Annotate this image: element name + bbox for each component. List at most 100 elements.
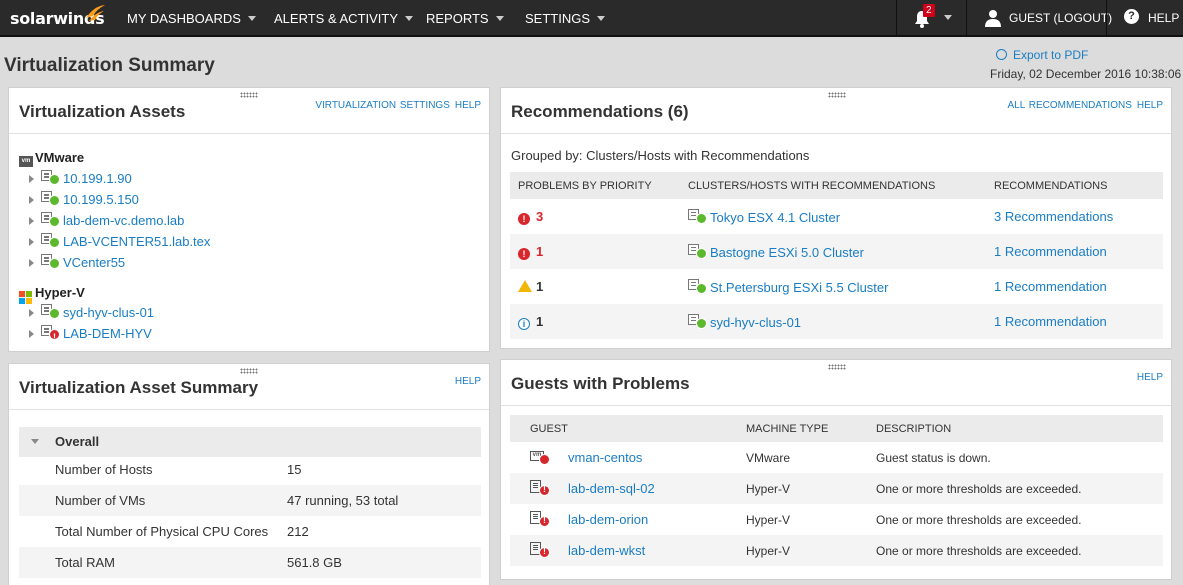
export-icon [996,49,1007,60]
nav-settings-label: SETTINGS [525,11,591,26]
guest-link[interactable]: lab-dem-wkst [568,543,645,558]
recommendations-panel: Recommendations (6) ALL RECOMMENDATIONS H… [500,87,1172,349]
cluster-cell: St.Petersburg ESXi 5.5 Cluster [680,269,986,304]
help-link[interactable]: HELP [1137,372,1163,383]
recommendations-link[interactable]: 3 Recommendations [994,209,1113,224]
recommendations-link[interactable]: 1 Recommendation [994,314,1107,329]
tree-item-link[interactable]: VCenter55 [63,255,125,270]
machine-type-cell: Hyper-V [746,512,791,527]
panel-links: VIRTUALIZATION SETTINGS HELP [310,100,481,111]
collapse-arrow-icon[interactable] [31,439,39,444]
tree-item-link[interactable]: lab-dem-vc.demo.lab [63,213,184,228]
description-cell: One or more thresholds are exceeded. [856,535,1163,566]
priority-cell: ! 1 [510,234,680,269]
tree-item[interactable]: LAB-VCENTER51.lab.tex [29,233,210,251]
host-down-icon [41,325,61,346]
help-link[interactable]: HELP [455,376,481,387]
table-header-row: PROBLEMS BY PRIORITY CLUSTERS/HOSTS WITH… [510,172,1163,199]
virtualization-settings-link[interactable]: VIRTUALIZATION SETTINGS [315,100,450,111]
priority-count: 1 [536,313,544,329]
tree-group-hyperv: Hyper-V [19,285,85,304]
priority-count: 1 [536,243,544,259]
tree-item[interactable]: 10.199.1.90 [29,170,132,188]
guest-link[interactable]: vman-centos [568,450,642,465]
help-link[interactable]: HELP [455,100,481,111]
nav-my-dashboards-label: MY DASHBOARDS [127,11,241,26]
nav-settings[interactable]: SETTINGS [525,11,606,26]
recommendations-table: PROBLEMS BY PRIORITY CLUSTERS/HOSTS WITH… [510,172,1163,339]
cluster-link[interactable]: Bastogne ESXi 5.0 Cluster [710,245,864,260]
drag-handle-icon[interactable] [240,92,258,98]
cluster-cell: Bastogne ESXi 5.0 Cluster [680,234,986,269]
recommendations-cell: 1 Recommendation [986,234,1163,269]
expand-arrow-icon[interactable] [29,259,34,267]
notification-count-badge: 2 [923,4,935,17]
column-header[interactable]: PROBLEMS BY PRIORITY [510,172,680,199]
guest-cell: lab-dem-orion [510,504,726,535]
tree-item[interactable]: syd-hyv-clus-01 [29,304,154,322]
cluster-link[interactable]: Tokyo ESX 4.1 Cluster [710,210,840,225]
nav-my-dashboards[interactable]: MY DASHBOARDS [127,11,256,26]
host-up-icon [41,233,61,249]
tree-item[interactable]: 10.199.5.150 [29,191,139,209]
tree-item[interactable]: LAB-DEM-HYV [29,325,152,346]
recommendations-link[interactable]: 1 Recommendation [994,244,1107,259]
recommendations-link[interactable]: 1 Recommendation [994,279,1107,294]
expand-arrow-icon[interactable] [29,217,34,225]
tree-item-link[interactable]: LAB-DEM-HYV [63,326,152,341]
guest-link[interactable]: lab-dem-sql-02 [568,481,655,496]
nav-reports[interactable]: REPORTS [426,11,504,26]
windows-icon [19,291,32,304]
drag-handle-icon[interactable] [828,364,846,370]
nav-alerts-activity-label: ALERTS & ACTIVITY [274,11,399,26]
description-cell: One or more thresholds are exceeded. [876,512,1082,527]
virtualization-assets-panel: Virtualization Assets VIRTUALIZATION SET… [8,87,490,352]
tree-item[interactable]: VCenter55 [29,254,125,272]
guest-logout-link[interactable]: GUEST (LOGOUT) [1009,11,1112,25]
expand-arrow-icon[interactable] [29,196,34,204]
help-icon[interactable]: ? [1124,9,1139,24]
column-header[interactable]: RECOMMENDATIONS [986,172,1163,199]
table-row: ! 3 Tokyo ESX 4.1 Cluster 3 Recommendatio… [510,199,1163,234]
expand-arrow-icon[interactable] [29,309,34,317]
expand-arrow-icon[interactable] [29,330,34,338]
drag-handle-icon[interactable] [828,92,846,98]
nav-reports-label: REPORTS [426,11,489,26]
guest-link[interactable]: lab-dem-orion [568,512,648,527]
summary-group-overall[interactable]: Overall [19,427,481,457]
expand-arrow-icon[interactable] [29,238,34,246]
host-up-icon [41,212,61,228]
summary-label: Total RAM [55,555,115,570]
help-link[interactable]: HELP [1137,100,1163,111]
tree-item-link[interactable]: 10.199.5.150 [63,192,139,207]
recommendations-cell: 3 Recommendations [986,199,1163,234]
cluster-link[interactable]: syd-hyv-clus-01 [710,315,801,330]
nav-alerts-activity[interactable]: ALERTS & ACTIVITY [274,11,414,26]
guests-table: GUEST MACHINE TYPE DESCRIPTION vm vman-ce… [510,415,1163,566]
help-link[interactable]: HELP [1148,11,1179,25]
guests-with-problems-panel: Guests with Problems HELP GUEST MACHINE … [500,359,1172,580]
drag-handle-icon[interactable] [240,368,258,374]
tree-item-link[interactable]: 10.199.1.90 [63,171,132,186]
expand-arrow-icon[interactable] [29,175,34,183]
machine-type-cell: Hyper-V [726,473,856,504]
cluster-up-icon [688,208,708,225]
guest-cell: vm vman-centos [510,442,726,473]
table-row: lab-dem-orion Hyper-V One or more thresh… [510,504,1163,535]
tree-item-link[interactable]: LAB-VCENTER51.lab.tex [63,234,210,249]
cluster-link[interactable]: St.Petersburg ESXi 5.5 Cluster [710,280,888,295]
cluster-up-icon [688,313,708,330]
tree-item[interactable]: lab-dem-vc.demo.lab [29,212,184,230]
chevron-down-icon [405,16,414,21]
column-header[interactable]: GUEST [510,415,726,442]
chevron-down-icon [495,16,504,21]
priority-cell: ! 3 [510,199,680,234]
export-to-pdf-link[interactable]: Export to PDF [996,48,1088,62]
column-header[interactable]: DESCRIPTION [856,415,1163,442]
chevron-down-icon[interactable] [944,15,952,20]
column-header[interactable]: CLUSTERS/HOSTS WITH RECOMMENDATIONS [680,172,986,199]
recommendations-cell: 1 Recommendation [986,269,1163,304]
tree-item-link[interactable]: syd-hyv-clus-01 [63,305,154,320]
column-header[interactable]: MACHINE TYPE [726,415,856,442]
all-recommendations-link[interactable]: ALL RECOMMENDATIONS [1008,100,1132,111]
